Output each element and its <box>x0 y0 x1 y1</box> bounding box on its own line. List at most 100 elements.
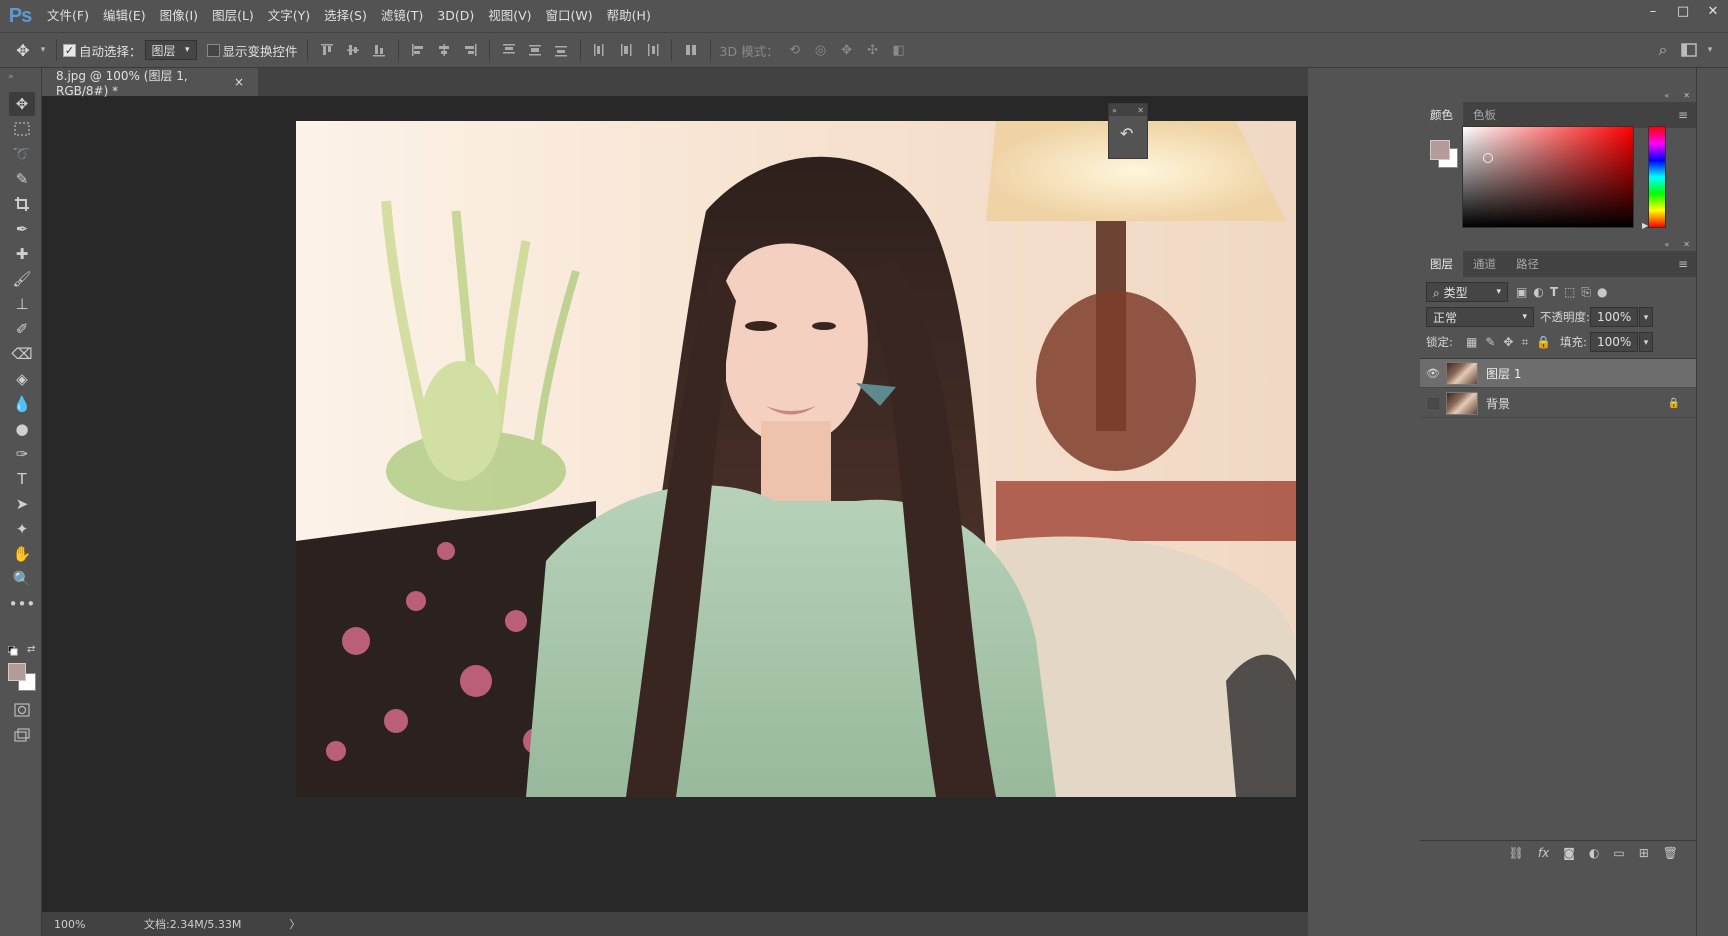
screen-mode-icon[interactable] <box>9 723 35 747</box>
hand-tool-icon[interactable]: ✋ <box>9 542 35 566</box>
quick-mask-icon[interactable] <box>9 698 35 722</box>
collapse-icon[interactable]: « <box>1664 91 1669 100</box>
layer-filter-dropdown[interactable]: ⌕ 类型 ▾ <box>1426 282 1508 302</box>
menu-item[interactable]: 图像(I) <box>153 0 205 32</box>
tab-layers[interactable]: 图层 <box>1420 251 1463 277</box>
new-layer-icon[interactable]: ⊞ <box>1639 846 1649 860</box>
3d-orbit-icon[interactable]: ⟲ <box>784 39 806 61</box>
more-tools-icon[interactable]: ••• <box>9 592 36 616</box>
3d-scale-icon[interactable]: ◧ <box>888 39 910 61</box>
panel-menu-icon[interactable]: ≡ <box>1678 257 1696 271</box>
chevron-down-icon[interactable]: ▾ <box>1639 307 1653 327</box>
foreground-color-swatch[interactable] <box>8 663 26 681</box>
color-field[interactable] <box>1462 126 1634 228</box>
menu-item[interactable]: 选择(S) <box>317 0 374 32</box>
lasso-tool-icon[interactable]: ➰ <box>9 142 35 166</box>
tab-color[interactable]: 颜色 <box>1420 102 1463 128</box>
panel-expand-icon[interactable]: » <box>8 72 14 82</box>
zoom-level[interactable]: 100% <box>54 918 124 931</box>
distribute-top-icon[interactable] <box>498 39 520 61</box>
align-right-icon[interactable] <box>459 39 481 61</box>
workspace-icon[interactable] <box>1678 39 1700 61</box>
fx-icon[interactable]: fx <box>1538 846 1549 860</box>
menu-item[interactable]: 视图(V) <box>481 0 538 32</box>
pen-tool-icon[interactable]: ✑ <box>9 442 35 466</box>
auto-align-icon[interactable] <box>680 39 702 61</box>
layer-row[interactable]: 背景 🔒 <box>1420 389 1696 418</box>
adjustment-layer-filter-icon[interactable]: ◐ <box>1533 285 1543 299</box>
smart-object-filter-icon[interactable]: ⎘ <box>1581 285 1591 300</box>
dodge-tool-icon[interactable]: ● <box>9 417 35 441</box>
crop-tool-icon[interactable] <box>9 192 35 216</box>
close-icon[interactable]: ✕ <box>1683 240 1690 249</box>
fill-input[interactable]: 100% <box>1590 332 1638 352</box>
color-picker-cursor[interactable] <box>1483 153 1493 163</box>
distribute-hcenter-icon[interactable] <box>615 39 637 61</box>
add-mask-icon[interactable]: ◙ <box>1563 846 1575 860</box>
zoom-tool-icon[interactable]: 🔍 <box>9 567 35 591</box>
close-button[interactable]: ✕ <box>1698 0 1728 22</box>
distribute-bottom-icon[interactable] <box>550 39 572 61</box>
3d-slide-icon[interactable]: ✣ <box>862 39 884 61</box>
hue-slider[interactable] <box>1648 126 1666 228</box>
blend-mode-dropdown[interactable]: 正常 ▾ <box>1426 307 1534 327</box>
menu-item[interactable]: 滤镜(T) <box>374 0 430 32</box>
menu-item[interactable]: 编辑(E) <box>96 0 153 32</box>
type-tool-icon[interactable]: T <box>9 467 35 491</box>
layer-name[interactable]: 图层 1 <box>1486 365 1521 382</box>
lock-transparency-icon[interactable]: ▦ <box>1466 335 1477 349</box>
auto-select-dropdown[interactable]: 图层 ▾ <box>144 40 197 60</box>
menu-item[interactable]: 帮助(H) <box>600 0 658 32</box>
path-selection-tool-icon[interactable]: ➤ <box>9 492 35 516</box>
lock-pixels-icon[interactable]: ✎ <box>1485 335 1495 349</box>
hue-slider-handle-icon[interactable]: ▶ <box>1642 221 1648 230</box>
collapse-icon[interactable]: « <box>1664 240 1669 249</box>
lock-position-icon[interactable]: ✥ <box>1503 335 1513 349</box>
lock-artboard-icon[interactable]: ⌗ <box>1521 335 1528 350</box>
align-left-icon[interactable] <box>407 39 429 61</box>
tab-paths[interactable]: 路径 <box>1506 251 1549 277</box>
eyedropper-tool-icon[interactable]: ✒ <box>9 217 35 241</box>
brush-tool-icon[interactable]: 🖌 <box>9 267 35 291</box>
move-tool-preset-icon[interactable]: ✥ <box>12 39 34 61</box>
pixel-layer-filter-icon[interactable]: ▣ <box>1516 285 1527 299</box>
distribute-vcenter-icon[interactable] <box>524 39 546 61</box>
paint-bucket-tool-icon[interactable]: ◈ <box>9 367 35 391</box>
eye-icon[interactable]: 👁 <box>1420 367 1446 380</box>
lock-all-icon[interactable]: 🔒 <box>1536 335 1551 349</box>
shape-tool-icon[interactable]: ✦ <box>9 517 35 541</box>
layer-name[interactable]: 背景 <box>1486 395 1510 412</box>
distribute-right-icon[interactable] <box>641 39 663 61</box>
chevron-down-icon[interactable]: ▾ <box>38 39 48 61</box>
tab-channels[interactable]: 通道 <box>1463 251 1506 277</box>
move-tool-icon[interactable]: ✥ <box>9 92 35 116</box>
align-bottom-icon[interactable] <box>368 39 390 61</box>
search-icon[interactable]: ⌕ <box>1652 39 1674 61</box>
menu-item[interactable]: 3D(D) <box>430 0 481 32</box>
close-icon[interactable]: ✕ <box>1137 106 1144 115</box>
marquee-tool-icon[interactable] <box>9 117 35 141</box>
chevron-down-icon[interactable]: ▾ <box>1704 39 1716 61</box>
close-icon[interactable]: ✕ <box>1683 91 1690 100</box>
shape-layer-filter-icon[interactable]: ⬚ <box>1564 285 1575 299</box>
maximize-button[interactable]: □ <box>1668 0 1698 22</box>
align-vcenter-icon[interactable] <box>342 39 364 61</box>
opacity-input[interactable]: 100% <box>1590 307 1638 327</box>
align-top-icon[interactable] <box>316 39 338 61</box>
history-brush-tool-icon[interactable]: ✐ <box>9 317 35 341</box>
3d-pan-icon[interactable]: ✥ <box>836 39 858 61</box>
history-icon[interactable]: ↶ <box>1120 124 1133 143</box>
filter-toggle-icon[interactable]: ● <box>1597 285 1607 299</box>
delete-layer-icon[interactable]: 🗑 <box>1663 846 1678 860</box>
foreground-color-swatch[interactable] <box>1430 140 1450 160</box>
swap-colors-icon[interactable]: ⇄ <box>27 644 35 655</box>
new-group-icon[interactable]: ▭ <box>1613 846 1624 860</box>
distribute-left-icon[interactable] <box>589 39 611 61</box>
type-layer-filter-icon[interactable]: T <box>1550 285 1558 299</box>
panel-expand-icon[interactable]: » <box>1112 106 1117 115</box>
minimize-button[interactable]: – <box>1638 0 1668 22</box>
blur-tool-icon[interactable]: 💧 <box>9 392 35 416</box>
chevron-down-icon[interactable]: ▾ <box>1639 332 1653 352</box>
menu-item[interactable]: 文件(F) <box>40 0 96 32</box>
canvas-image[interactable] <box>296 121 1296 797</box>
